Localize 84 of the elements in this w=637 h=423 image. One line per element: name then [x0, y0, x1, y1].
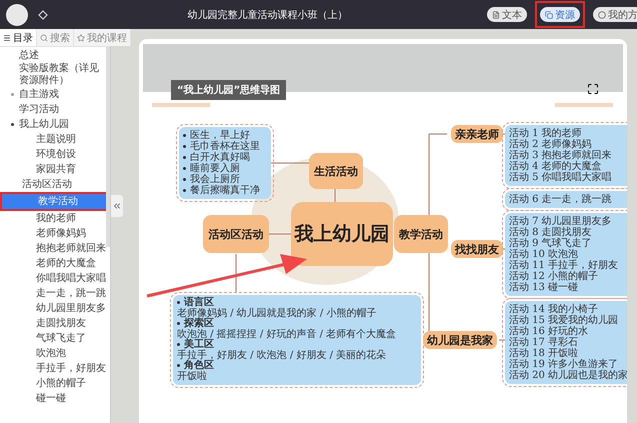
fullscreen-icon[interactable] — [587, 83, 599, 95]
sidebar-item-label: 学习活动 — [19, 104, 59, 116]
sidebar-item-label: 我的老师 — [36, 212, 76, 224]
sidebar-item[interactable]: 幼儿园里朋友多 — [0, 301, 110, 316]
sidebar-item[interactable]: 走一走，跳一跳 — [0, 286, 110, 301]
bullet-icon — [183, 134, 186, 137]
mindmap-node: 教学活动 — [394, 215, 448, 253]
sidebar-item-label: 活动区活动 — [22, 178, 72, 190]
sidebar-item[interactable]: 活动区活动 — [0, 177, 110, 192]
sidebar-item[interactable]: 气球飞走了 — [0, 331, 110, 346]
mindmap-node: 亲亲老师 — [451, 125, 503, 143]
search-icon — [40, 34, 48, 42]
sidebar-item[interactable]: 环境创设 — [0, 147, 110, 162]
sidebar-item-label: 我上幼儿园 — [19, 118, 69, 130]
mindmap-node: 活动区活动 — [203, 215, 269, 253]
sidebar-item[interactable]: 总述 — [0, 48, 110, 63]
sidebar-item-label: 幼儿园里朋友多 — [36, 302, 106, 314]
bullet-icon — [183, 156, 186, 159]
sidebar-item[interactable]: 老师像妈妈 — [0, 226, 110, 241]
collapse-handle[interactable] — [111, 195, 123, 217]
activity-list: 活动 1 我的老师 活动 2 老师像妈妈 活动 3 抱抱老师就回来 活动 4 老师的大魔盒 活动 5 你唱我唱大家唱 — [505, 125, 627, 186]
bullet-icon — [183, 188, 186, 192]
sidebar-item[interactable]: 碰一碰 — [0, 391, 110, 406]
sidebar-item-label: 实验版教案（详见资源附件） — [19, 63, 100, 87]
sidebar-item[interactable]: 我上幼儿园 — [0, 117, 110, 132]
sidebar-item-label: 教学活动 — [38, 196, 78, 208]
sidebar-item-label: 小熊的帽子 — [36, 378, 86, 390]
sidebar-item-label: 走圆找朋友 — [36, 318, 86, 330]
bullet-icon — [177, 342, 180, 346]
mindmap-node: 幼儿园是我家 — [423, 331, 497, 349]
area-activity-list: 语言区 老师像妈妈 / 幼儿园就是我的家 / 小熊的帽子 探索区 吹泡泡 / 摇摇捏捏 / 好玩的声音 / 老师有个大魔盒 美工区 手拉手，好朋友 / 吹泡泡 / 好朋友 / 美丽的花朵 角色区 开饭啦 — [173, 295, 421, 385]
life-activity-list: 医生，早上好 毛巾香杯在这里 白开水真好喝 睡前要入厕 我会上厕所 餐后擦嘴真干净 — [179, 127, 271, 199]
sidebar-item[interactable]: 我的老师 — [0, 211, 110, 226]
diamond-icon[interactable] — [38, 10, 48, 20]
sidebar-item-label: 家园共育 — [36, 164, 76, 176]
sidebar-item-label: 吹泡泡 — [36, 348, 66, 360]
sidebar-item[interactable]: 走圆找朋友 — [0, 316, 110, 331]
sidebar-item-label: 手拉手，好朋友 — [36, 362, 106, 374]
star-icon — [77, 34, 85, 42]
bullet-icon — [183, 166, 186, 170]
sidebar-item[interactable]: 主题说明 — [0, 132, 110, 147]
sidebar-item-label: 你唱我唱大家唱 — [36, 272, 106, 284]
sidebar-item-label: 碰一碰 — [36, 392, 66, 404]
activity-list: 活动 6 走一走，跳一跳 — [505, 191, 627, 208]
window-title: 幼儿园完整儿童活动课程小班（上） — [186, 8, 348, 22]
sidebar-item[interactable]: 实验版教案（详见资源附件） — [0, 63, 110, 87]
bullet-icon — [177, 300, 180, 304]
sidebar-item-label: 环境创设 — [36, 148, 76, 160]
sidebar-item[interactable]: 家园共育 — [0, 162, 110, 177]
sidebar-item-label: 自主游戏 — [19, 88, 59, 100]
menu-icon — [3, 34, 11, 42]
sidebar-item-label: 总述 — [19, 50, 39, 62]
mindmap-title: “我上幼儿园”思维导图 — [171, 80, 286, 100]
avatar[interactable] — [6, 4, 28, 26]
sidebar-item[interactable]: 你唱我唱大家唱 — [0, 271, 110, 286]
bullet-icon — [177, 322, 180, 325]
mindmap-center: 我上幼儿园 — [291, 202, 393, 266]
copy-icon — [545, 10, 553, 18]
bullet-icon — [183, 144, 186, 148]
bullet-icon — [183, 178, 186, 181]
scrollbar[interactable] — [106, 47, 110, 247]
label-strip — [555, 103, 613, 107]
sidebar-item-label: 老师的大魔盒 — [36, 258, 96, 270]
sidebar-item-label: 抱抱老师就回来 — [36, 242, 106, 254]
sidebar-item-label: 气球飞走了 — [36, 332, 86, 344]
sidebar-item[interactable]: 手拉手，好朋友 — [0, 361, 110, 376]
document-icon — [492, 10, 500, 18]
sidebar-item[interactable]: 学习活动 — [0, 102, 110, 117]
sidebar-item[interactable]: 小熊的帽子 — [0, 376, 110, 391]
activity-list: 活动 7 幼儿园里朋友多 活动 8 走圆找朋友 活动 9 气球飞走了 活动 10 吹泡泡 活动 11 手拉手，好朋友 活动 12 小熊的帽子 活动 13 碰一碰 — [505, 213, 627, 296]
view-button[interactable]: 文本 — [487, 7, 527, 22]
sidebar-item[interactable]: 抱抱老师就回来 — [0, 241, 110, 256]
sidebar-item-label: 主题说明 — [36, 134, 76, 146]
sidebar-item[interactable]: 老师的大魔盒 — [0, 256, 110, 271]
label-strip — [152, 103, 210, 107]
view-button[interactable]: 资源 — [540, 7, 580, 22]
circle-icon — [598, 10, 606, 18]
sidebar-item-label: 走一走，跳一跳 — [36, 288, 106, 300]
bullet-icon — [177, 364, 180, 367]
sidebar-item[interactable]: 自主游戏 — [0, 87, 110, 102]
sidebar-item-label: 老师像妈妈 — [36, 228, 86, 240]
mindmap-node: 找找朋友 — [451, 240, 503, 258]
mindmap-node: 生活活动 — [309, 153, 363, 189]
sidebar-item[interactable]: 吹泡泡 — [0, 346, 110, 361]
